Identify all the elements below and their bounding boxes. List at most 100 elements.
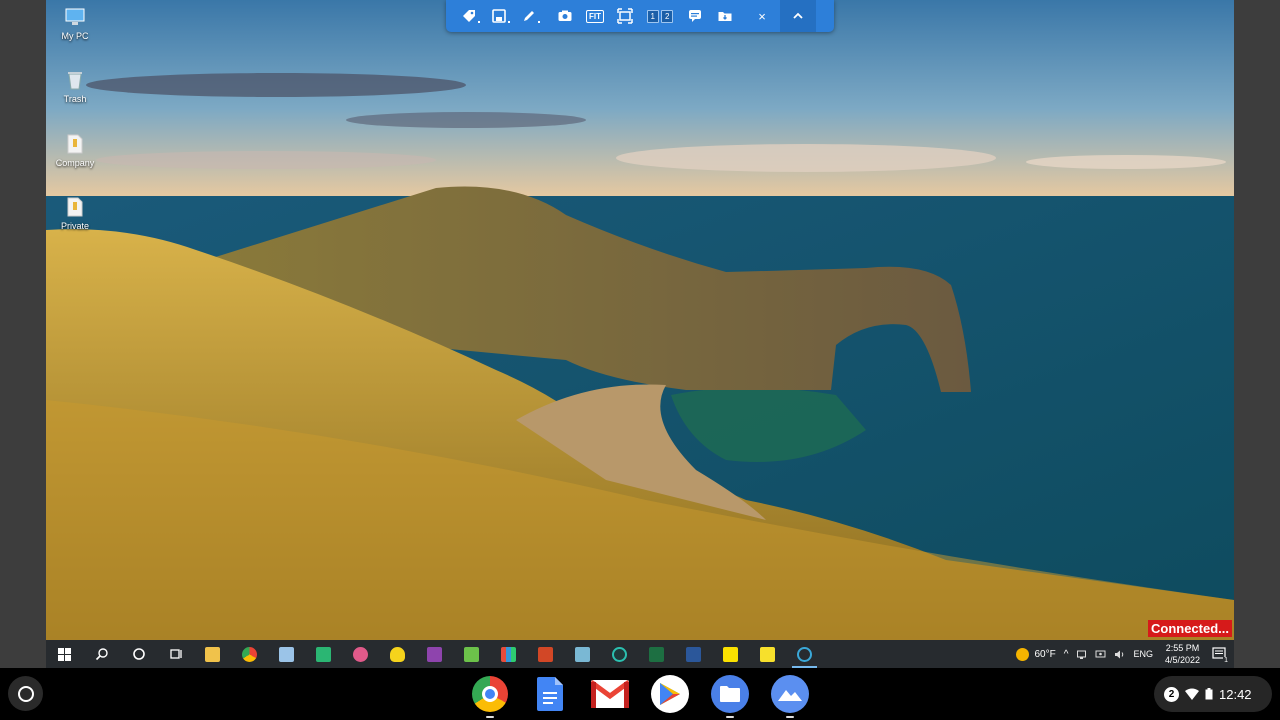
star-app-icon — [427, 646, 442, 662]
file-transfer-button[interactable] — [710, 0, 740, 32]
system-tray: 60°F ^ ENG 2:55 PM 4/5/2022 1 — [1012, 640, 1235, 668]
wifi-icon — [1185, 688, 1199, 700]
start-button[interactable] — [46, 640, 83, 668]
notification-badge: 2 — [1164, 686, 1179, 702]
camera-app-button[interactable] — [601, 640, 638, 668]
search-button[interactable] — [83, 640, 120, 668]
task-view-button[interactable] — [157, 640, 194, 668]
collapse-toolbar-button[interactable] — [780, 0, 816, 32]
paint-icon — [279, 646, 294, 662]
cortana-icon — [132, 648, 145, 660]
paint-brush-button[interactable] — [342, 640, 379, 668]
start-icon — [58, 647, 71, 661]
remote-app-icon — [797, 646, 812, 662]
weather-temp: 60°F — [1034, 648, 1056, 660]
desktop-icon-company[interactable]: Company — [46, 133, 104, 168]
shelf-files-button[interactable] — [711, 675, 749, 718]
status-area[interactable]: 2 12:42 — [1154, 676, 1272, 712]
battery-icon — [1205, 688, 1213, 700]
shelf-gmail-button[interactable] — [591, 675, 629, 713]
chevron-up-icon — [793, 12, 803, 19]
paint-button[interactable] — [268, 640, 305, 668]
file-icon — [67, 197, 83, 217]
weather-widget[interactable]: 60°F — [1015, 647, 1056, 661]
desktop-icon-label: Private — [60, 221, 89, 231]
shelf-clock: 12:42 — [1219, 686, 1252, 702]
file-explorer-icon — [205, 646, 220, 662]
chat-button[interactable] — [680, 0, 710, 32]
gmail-icon — [591, 680, 629, 708]
computer-icon — [65, 8, 85, 25]
colorful-app-button[interactable] — [490, 640, 527, 668]
tag-icon — [463, 10, 475, 22]
screen: My PC Trash Company Private FIT 1 2 × Co… — [0, 0, 1280, 720]
running-indicator — [486, 716, 494, 718]
chrome-taskbar-button[interactable] — [231, 640, 268, 668]
launcher-button[interactable] — [8, 676, 43, 711]
remote-control-toolbar: FIT 1 2 × — [446, 0, 834, 32]
camera-icon — [558, 10, 572, 21]
app-button[interactable] — [564, 640, 601, 668]
monitor-1[interactable]: 1 — [646, 9, 659, 23]
desktop-wallpaper — [46, 0, 1234, 640]
file-transfer-icon — [718, 12, 732, 21]
taskbar-clock[interactable]: 2:55 PM 4/5/2022 — [1165, 642, 1200, 666]
green-app-button[interactable] — [305, 640, 342, 668]
pen-button[interactable] — [514, 0, 544, 32]
kakao-button[interactable] — [712, 640, 749, 668]
input-language[interactable]: ENG — [1133, 649, 1153, 659]
volume-icon[interactable] — [1114, 649, 1125, 660]
cortana-button[interactable] — [120, 640, 157, 668]
sticky-notes-icon — [760, 646, 775, 662]
recycle-bin-icon — [68, 72, 82, 90]
connection-status-banner: Connected... — [1147, 620, 1232, 637]
desktop-icon-private[interactable]: Private — [46, 196, 104, 231]
close-session-button[interactable]: × — [744, 0, 780, 32]
desktop-icon-label: My PC — [61, 31, 89, 41]
notification-count: 1 — [1223, 657, 1229, 664]
remote-app-button[interactable] — [786, 640, 823, 668]
monitor-select[interactable]: 1 2 — [640, 0, 680, 32]
chromeos-shelf: 2 12:42 — [0, 668, 1280, 720]
desktop-icon-my-pc[interactable]: My PC — [46, 6, 104, 41]
docs-icon — [537, 677, 563, 711]
word-icon — [686, 646, 701, 662]
chrome-icon — [472, 676, 508, 712]
excel-button[interactable] — [638, 640, 675, 668]
action-center-button[interactable]: 1 — [1212, 647, 1229, 664]
duck-app-button[interactable] — [379, 640, 416, 668]
excel-icon — [649, 646, 664, 662]
windows-taskbar: 60°F ^ ENG 2:55 PM 4/5/2022 1 — [46, 640, 1234, 668]
paint-brush-icon — [353, 646, 368, 662]
app-icon — [575, 646, 590, 662]
fit-button[interactable]: FIT — [580, 0, 610, 32]
save-button[interactable] — [484, 0, 514, 32]
sticky-notes-button[interactable] — [749, 640, 786, 668]
display-icon[interactable] — [1095, 649, 1106, 660]
clock-date: 4/5/2022 — [1164, 655, 1200, 665]
chevron-up-icon[interactable]: ^ — [1064, 649, 1069, 660]
screenshot-button[interactable] — [550, 0, 580, 32]
running-indicator — [786, 716, 794, 718]
shelf-play-store-button[interactable] — [651, 675, 689, 713]
word-button[interactable] — [675, 640, 712, 668]
fullscreen-icon — [617, 8, 633, 24]
file-explorer-button[interactable] — [194, 640, 231, 668]
shelf-docs-button[interactable] — [531, 675, 569, 713]
fullscreen-button[interactable] — [610, 0, 640, 32]
powerpoint-button[interactable] — [527, 640, 564, 668]
remote-desktop-view[interactable]: My PC Trash Company Private FIT 1 2 × Co… — [46, 0, 1234, 668]
play-store-icon — [651, 675, 689, 713]
notepad-button[interactable] — [453, 640, 490, 668]
file-icon — [67, 134, 83, 154]
green-app-icon — [316, 646, 331, 662]
files-icon — [720, 686, 740, 702]
shelf-photos-button[interactable] — [771, 675, 809, 718]
shelf-chrome-button[interactable] — [471, 675, 509, 718]
star-app-button[interactable] — [416, 640, 453, 668]
network-icon[interactable] — [1076, 649, 1087, 660]
desktop-icon-trash[interactable]: Trash — [46, 69, 104, 104]
tag-button[interactable] — [454, 0, 484, 32]
desktop-icon-label: Trash — [63, 94, 87, 104]
monitor-2[interactable]: 2 — [661, 9, 674, 23]
